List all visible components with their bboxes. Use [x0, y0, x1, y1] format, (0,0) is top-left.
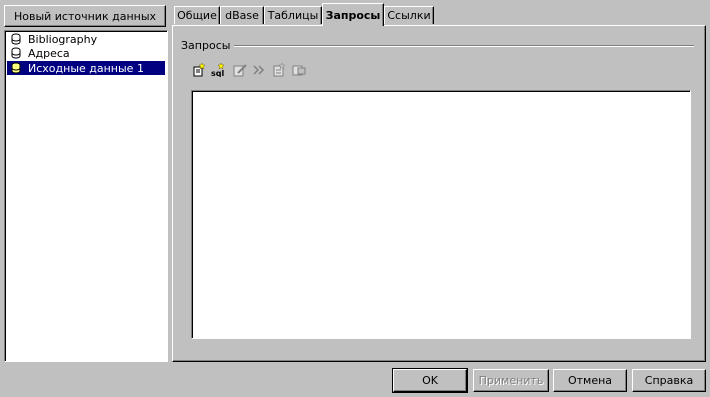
new-query-icon[interactable]	[192, 63, 206, 77]
open-query-icon[interactable]	[252, 63, 266, 77]
queries-list[interactable]	[191, 90, 691, 339]
queries-group-label: Запросы	[181, 39, 231, 52]
delete-query-icon[interactable]	[292, 63, 306, 77]
tab-links[interactable]: Ссылки	[384, 6, 434, 24]
tab-general[interactable]: Общие	[174, 6, 220, 24]
active-tab-joint	[323, 25, 382, 27]
new-sql-query-icon[interactable]: sql	[211, 63, 225, 77]
list-item-label: Адреса	[28, 46, 70, 60]
list-item-addresses[interactable]: Адреса	[7, 46, 165, 60]
rename-query-icon[interactable]	[272, 63, 286, 77]
database-icon	[11, 62, 21, 74]
tab-dbase[interactable]: dBase	[220, 6, 264, 24]
edit-query-icon[interactable]	[233, 63, 247, 77]
data-source-list[interactable]: Bibliography Адреса Исходные данные 1	[4, 30, 168, 362]
list-item-bibliography[interactable]: Bibliography	[7, 32, 165, 46]
list-item-label: Исходные данные 1	[28, 61, 144, 75]
group-divider	[234, 45, 694, 47]
apply-button[interactable]: Применить	[473, 369, 549, 392]
list-item-source-1[interactable]: Исходные данные 1	[7, 61, 165, 75]
cancel-button[interactable]: Отмена	[553, 369, 627, 392]
tab-queries[interactable]: Запросы	[322, 3, 384, 26]
help-button[interactable]: Справка	[632, 369, 706, 392]
dialog: { "left": { "new_source_button": "Новый …	[0, 0, 710, 397]
database-icon	[11, 47, 21, 59]
svg-text:sql: sql	[211, 69, 224, 77]
database-icon	[11, 33, 21, 45]
tab-tables[interactable]: Таблицы	[264, 6, 322, 24]
new-data-source-button[interactable]: Новый источник данных	[4, 5, 166, 27]
ok-button[interactable]: OK	[392, 368, 468, 393]
list-item-label: Bibliography	[28, 32, 98, 46]
